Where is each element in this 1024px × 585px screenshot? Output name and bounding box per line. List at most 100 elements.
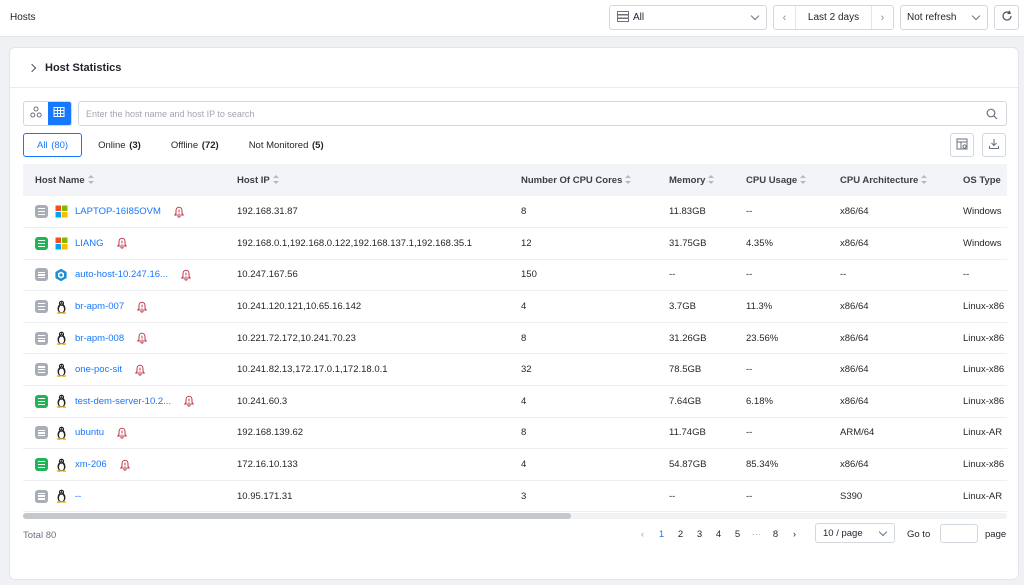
status-offline-icon <box>35 205 48 219</box>
topology-view-button[interactable] <box>24 102 48 125</box>
search-icon[interactable] <box>986 108 998 123</box>
host-name-link[interactable]: br-apm-008 <box>75 333 124 344</box>
cell-cpu-usage: -- <box>734 353 828 387</box>
table-row[interactable]: one-poc-sit 10.241.82.13,172.17.0.1,172.1… <box>23 353 1007 387</box>
host-name-link[interactable]: test-dem-server-10.2... <box>75 396 171 407</box>
page-number[interactable]: 2 <box>671 529 690 540</box>
column-header-cpu-usage[interactable]: CPU Usage <box>734 164 828 196</box>
status-filter-tabs: All (80) Online (3) Offline (72) Not Mon… <box>23 133 340 157</box>
page-number[interactable]: 4 <box>709 529 728 540</box>
page-size-select[interactable]: 10 / page <box>815 523 895 543</box>
page-number[interactable]: 3 <box>690 529 709 540</box>
column-header-memory[interactable]: Memory <box>657 164 734 196</box>
column-header-os-type[interactable]: OS Type <box>951 164 1007 196</box>
pagination: ‹ 1 2 3 4 5 ··· 8 › <box>633 524 804 544</box>
page-ellipsis[interactable]: ··· <box>747 529 766 540</box>
filter-all[interactable]: All (80) <box>23 133 83 157</box>
table-row[interactable]: br-apm-007 10.241.120.121,10.65.16.142 4 3.… <box>23 290 1007 323</box>
view-toggle[interactable] <box>23 101 72 126</box>
sort-icon[interactable] <box>625 175 632 185</box>
status-offline-icon <box>35 489 48 503</box>
column-settings-icon <box>956 138 968 153</box>
table-row[interactable]: xm-206 172.16.10.133 4 54.87GB 85.34% x86/64 L… <box>23 448 1007 481</box>
topology-icon <box>30 106 42 121</box>
table-row[interactable]: test-dem-server-10.2... 10.241.60.3 4 7.64G… <box>23 385 1007 418</box>
time-range-value[interactable]: Last 2 days <box>808 12 859 23</box>
hosts-table-container: Host Name Host IP Number Of CPU Cores Me… <box>23 164 1007 514</box>
horizontal-scrollbar[interactable] <box>23 513 1007 519</box>
host-name-link[interactable]: one-poc-sit <box>75 364 122 375</box>
prev-page-icon[interactable]: ‹ <box>633 529 652 540</box>
environment-select[interactable]: All <box>609 5 767 30</box>
reload-button[interactable] <box>994 5 1019 30</box>
sort-icon[interactable] <box>272 175 279 185</box>
filter-count: (80) <box>51 139 69 151</box>
page-number[interactable]: 1 <box>652 529 671 540</box>
cell-host-name: LAPTOP-16I85OVM <box>23 196 225 229</box>
cell-cpu-usage: 85.34% <box>734 448 828 481</box>
goto-page-input[interactable] <box>940 524 978 543</box>
table-row[interactable]: auto-host-10.247.16... 10.247.167.56 150 --… <box>23 259 1007 292</box>
cell-host-name: br-apm-008 <box>23 322 225 355</box>
hexagon-icon <box>54 268 68 282</box>
alarm-bell-icon[interactable] <box>180 269 192 281</box>
sort-icon[interactable] <box>921 175 928 185</box>
column-settings-button[interactable] <box>950 133 974 157</box>
status-offline-icon <box>35 300 48 314</box>
column-header-host-ip[interactable]: Host IP <box>225 164 509 196</box>
alarm-bell-icon[interactable] <box>183 395 195 407</box>
sort-icon[interactable] <box>708 175 715 185</box>
cell-cpu-cores: 3 <box>509 480 657 513</box>
table-row[interactable]: LIANG 192.168.0.1,192.168.0.122,192.168.1… <box>23 227 1007 260</box>
status-online-icon <box>35 458 48 472</box>
table-row[interactable]: br-apm-008 10.221.72.172,10.241.70.23 8 31.… <box>23 322 1007 355</box>
column-header-cpu-cores[interactable]: Number Of CPU Cores <box>509 164 657 196</box>
host-name-link[interactable]: br-apm-007 <box>75 301 124 312</box>
reload-icon <box>1001 10 1013 25</box>
time-range-picker[interactable]: ‹ Last 2 days › <box>773 5 894 30</box>
next-page-icon[interactable]: › <box>785 529 804 540</box>
alarm-bell-icon[interactable] <box>116 427 128 439</box>
sort-icon[interactable] <box>800 175 807 185</box>
download-button[interactable] <box>982 133 1006 157</box>
host-statistics-header[interactable]: Host Statistics <box>10 48 1018 88</box>
alarm-bell-icon[interactable] <box>136 332 148 344</box>
host-name-link[interactable]: xm-206 <box>75 459 107 470</box>
host-name-link[interactable]: LIANG <box>75 238 104 249</box>
linux-icon <box>54 363 68 377</box>
host-name-link[interactable]: -- <box>75 491 81 502</box>
host-name-link[interactable]: LAPTOP-16I85OVM <box>75 206 161 217</box>
scrollbar-thumb[interactable] <box>23 513 571 519</box>
chevron-left-icon[interactable]: ‹ <box>774 6 796 29</box>
cell-cpu-cores: 4 <box>509 385 657 418</box>
table-row[interactable]: LAPTOP-16I85OVM 192.168.31.87 8 11.83GB -- x8… <box>23 196 1007 229</box>
cell-os-type: -- <box>951 259 1007 292</box>
table-row[interactable]: -- 10.95.171.31 3 -- -- S390 Linux-AR <box>23 480 1007 513</box>
filter-online[interactable]: Online (3) <box>84 133 155 157</box>
table-view-button[interactable] <box>47 102 71 125</box>
filter-offline[interactable]: Offline (72) <box>157 133 233 157</box>
host-statistics-title: Host Statistics <box>45 62 122 74</box>
host-search[interactable] <box>78 101 1007 126</box>
alarm-bell-icon[interactable] <box>136 301 148 313</box>
table-row[interactable]: ubuntu 192.168.139.62 8 11.74GB -- ARM/64 Linu… <box>23 417 1007 450</box>
cell-host-ip: 10.247.167.56 <box>225 259 509 292</box>
host-name-link[interactable]: ubuntu <box>75 427 104 438</box>
cell-cpu-architecture: x86/64 <box>828 448 951 481</box>
alarm-bell-icon[interactable] <box>116 237 128 249</box>
host-name-link[interactable]: auto-host-10.247.16... <box>75 269 168 280</box>
alarm-bell-icon[interactable] <box>134 364 146 376</box>
alarm-bell-icon[interactable] <box>119 459 131 471</box>
table-header-row: Host Name Host IP Number Of CPU Cores Me… <box>23 164 1007 196</box>
filter-not-monitored[interactable]: Not Monitored (5) <box>235 133 338 157</box>
chevron-right-icon[interactable] <box>27 63 37 73</box>
sort-icon[interactable] <box>87 175 94 185</box>
page-number[interactable]: 5 <box>728 529 747 540</box>
page-number[interactable]: 8 <box>766 529 785 540</box>
column-header-cpu-architecture[interactable]: CPU Architecture <box>828 164 951 196</box>
refresh-interval-select[interactable]: Not refresh <box>900 5 988 30</box>
search-input[interactable] <box>79 102 969 125</box>
column-header-host-name[interactable]: Host Name <box>23 164 225 196</box>
alarm-bell-icon[interactable] <box>173 206 185 218</box>
chevron-right-icon[interactable]: › <box>871 6 893 29</box>
